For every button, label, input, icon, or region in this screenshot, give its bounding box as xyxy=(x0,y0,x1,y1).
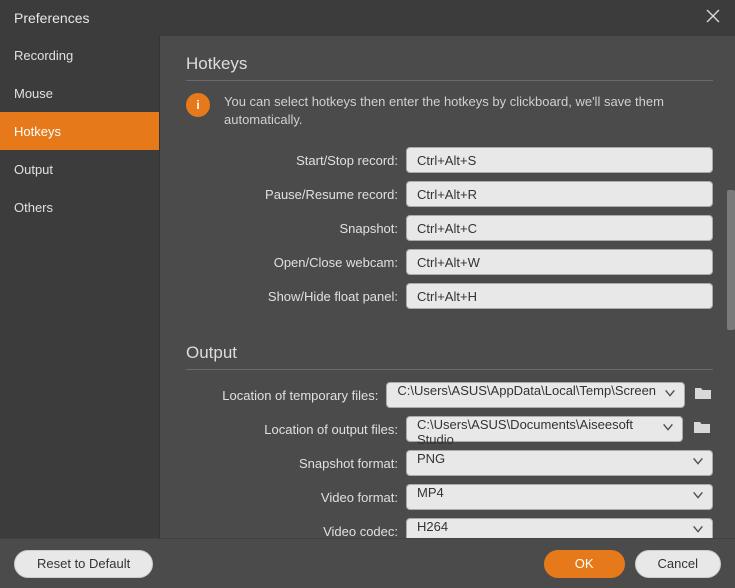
field-label: Location of temporary files: xyxy=(186,388,386,403)
section-title-output: Output xyxy=(186,343,713,370)
field-label: Show/Hide float panel: xyxy=(186,289,406,304)
info-row: i You can select hotkeys then enter the … xyxy=(186,93,713,129)
video-format-select[interactable]: MP4 xyxy=(406,484,713,510)
snapshot-format-select[interactable]: PNG xyxy=(406,450,713,476)
hotkey-field-float-panel: Show/Hide float panel: xyxy=(186,283,713,309)
hotkey-field-start-stop: Start/Stop record: xyxy=(186,147,713,173)
output-field-snapshot-format: Snapshot format: PNG xyxy=(186,450,713,476)
hotkey-field-pause-resume: Pause/Resume record: xyxy=(186,181,713,207)
output-field-video-codec: Video codec: H264 xyxy=(186,518,713,538)
titlebar: Preferences xyxy=(0,0,735,36)
info-text: You can select hotkeys then enter the ho… xyxy=(224,93,713,129)
video-codec-select[interactable]: H264 xyxy=(406,518,713,538)
hotkey-input-pause-resume[interactable] xyxy=(406,181,713,207)
output-field-temp-location: Location of temporary files: C:\Users\AS… xyxy=(186,382,713,408)
field-label: Location of output files: xyxy=(186,422,406,437)
footer: Reset to Default OK Cancel xyxy=(0,538,735,588)
hotkey-input-snapshot[interactable] xyxy=(406,215,713,241)
sidebar-item-label: Recording xyxy=(14,48,73,63)
sidebar-item-mouse[interactable]: Mouse xyxy=(0,74,159,112)
output-field-video-format: Video format: MP4 xyxy=(186,484,713,510)
close-icon xyxy=(705,11,721,28)
field-label: Video codec: xyxy=(186,524,406,538)
temp-location-select[interactable]: C:\Users\ASUS\AppData\Local\Temp\Screen xyxy=(386,382,685,408)
hotkey-input-webcam[interactable] xyxy=(406,249,713,275)
output-field-output-location: Location of output files: C:\Users\ASUS\… xyxy=(186,416,713,442)
window-title: Preferences xyxy=(14,10,89,26)
field-label: Snapshot format: xyxy=(186,456,406,471)
content-panel: Hotkeys i You can select hotkeys then en… xyxy=(160,36,735,538)
output-location-select[interactable]: C:\Users\ASUS\Documents\Aiseesoft Studio xyxy=(406,416,683,442)
sidebar-item-output[interactable]: Output xyxy=(0,150,159,188)
sidebar-item-others[interactable]: Others xyxy=(0,188,159,226)
field-label: Start/Stop record: xyxy=(186,153,406,168)
browse-output-folder-button[interactable] xyxy=(691,418,713,440)
hotkey-field-snapshot: Snapshot: xyxy=(186,215,713,241)
close-button[interactable] xyxy=(705,8,721,29)
ok-button[interactable]: OK xyxy=(544,550,625,578)
sidebar-item-label: Mouse xyxy=(14,86,53,101)
sidebar: Recording Mouse Hotkeys Output Others xyxy=(0,36,160,538)
hotkey-input-start-stop[interactable] xyxy=(406,147,713,173)
hotkey-field-webcam: Open/Close webcam: xyxy=(186,249,713,275)
field-label: Open/Close webcam: xyxy=(186,255,406,270)
reset-to-default-button[interactable]: Reset to Default xyxy=(14,550,153,578)
field-label: Video format: xyxy=(186,490,406,505)
field-label: Snapshot: xyxy=(186,221,406,236)
info-icon: i xyxy=(186,93,210,117)
sidebar-item-label: Others xyxy=(14,200,53,215)
footer-right: OK Cancel xyxy=(544,550,721,578)
field-label: Pause/Resume record: xyxy=(186,187,406,202)
folder-icon xyxy=(694,386,712,405)
section-title-hotkeys: Hotkeys xyxy=(186,54,713,81)
sidebar-item-hotkeys[interactable]: Hotkeys xyxy=(0,112,159,150)
cancel-button[interactable]: Cancel xyxy=(635,550,721,578)
scrollbar-thumb[interactable] xyxy=(727,190,735,330)
browse-temp-folder-button[interactable] xyxy=(693,384,713,406)
sidebar-item-label: Output xyxy=(14,162,53,177)
hotkey-input-float-panel[interactable] xyxy=(406,283,713,309)
sidebar-item-recording[interactable]: Recording xyxy=(0,36,159,74)
sidebar-item-label: Hotkeys xyxy=(14,124,61,139)
main: Recording Mouse Hotkeys Output Others Ho… xyxy=(0,36,735,538)
folder-icon xyxy=(693,420,711,439)
